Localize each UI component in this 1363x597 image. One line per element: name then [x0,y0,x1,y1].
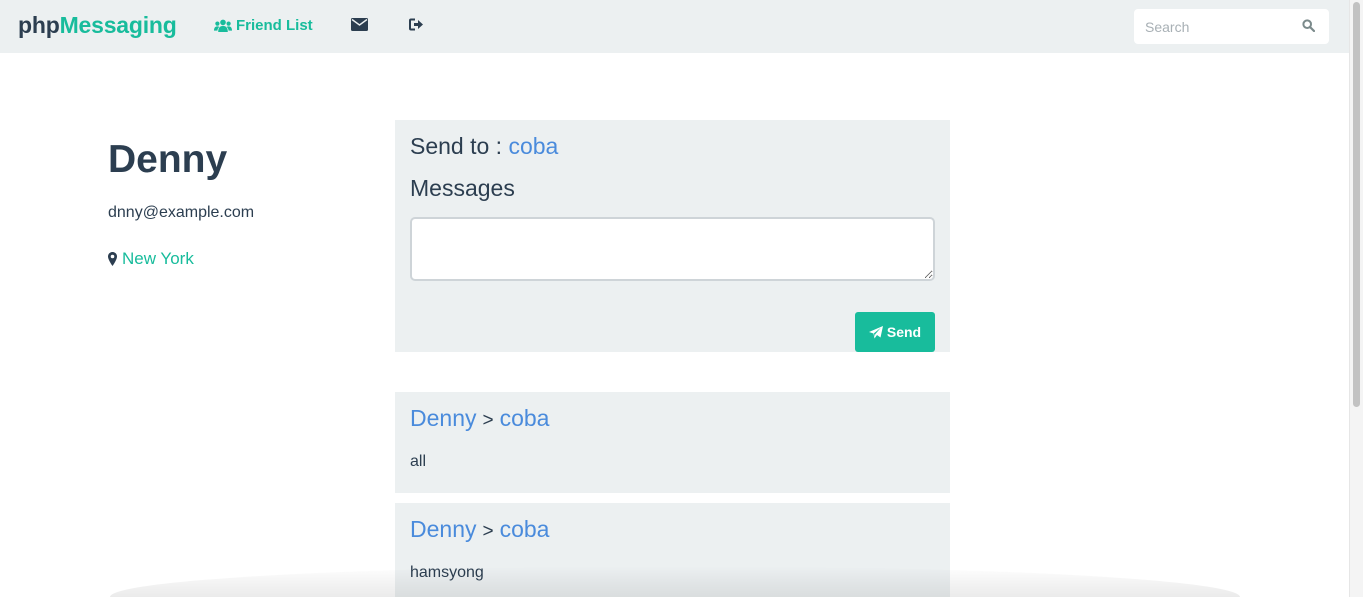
envelope-icon[interactable] [351,18,368,31]
message-body: all [410,453,427,470]
message-card: Denny > coba all [395,392,950,493]
message-separator: > [482,410,494,431]
profile-location: New York [108,249,194,269]
message-header: Denny > coba [410,405,549,432]
users-icon [214,19,232,32]
brand-suffix: Messaging [59,12,177,38]
message-sender-link[interactable]: Denny [410,405,476,431]
message-card: Denny > coba hamsyong [395,503,950,597]
recipient-link[interactable]: coba [508,133,558,159]
message-sender-link[interactable]: Denny [410,516,476,542]
compose-panel: Send to : coba Messages Send [395,120,950,352]
message-textarea[interactable] [410,217,935,281]
nav-friend-list[interactable]: Friend List [214,17,313,34]
brand-prefix: php [18,12,60,38]
profile-name: Denny [108,138,228,181]
search-input[interactable] [1134,9,1329,44]
top-navbar: phpMessaging Friend List [0,0,1349,53]
messages-label: Messages [410,175,515,201]
paper-plane-icon [868,325,883,338]
message-recipient-link[interactable]: coba [500,405,550,431]
page-scrollbar[interactable] [1349,0,1363,597]
search-box [1134,9,1329,44]
search-icon[interactable] [1302,19,1315,32]
message-recipient-link[interactable]: coba [500,516,550,542]
map-marker-icon [108,252,117,266]
profile-email: dnny@example.com [108,204,255,221]
message-header: Denny > coba [410,516,549,543]
brand-logo[interactable]: phpMessaging [18,12,177,39]
message-body: hamsyong [410,564,484,581]
send-button[interactable]: Send [855,312,935,352]
send-button-label: Send [886,324,922,340]
send-to-heading: Send to : coba [410,133,558,160]
scrollbar-thumb[interactable] [1353,2,1360,407]
message-separator: > [482,521,494,542]
nav-friend-list-label: Friend List [236,17,313,34]
profile-location-link[interactable]: New York [122,249,194,269]
send-to-label: Send to : [410,133,503,159]
sign-out-icon[interactable] [409,18,424,31]
